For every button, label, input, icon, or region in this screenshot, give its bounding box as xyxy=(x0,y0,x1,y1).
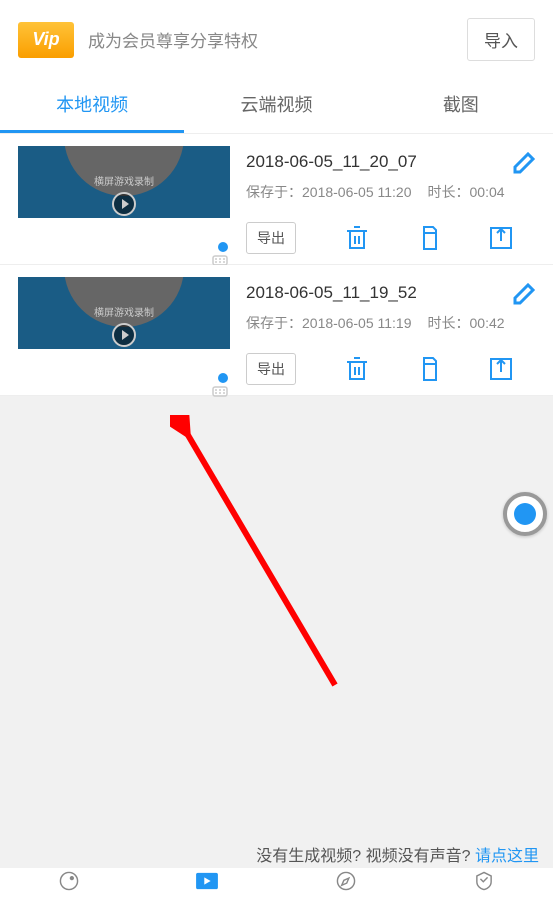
video-saved-time: 保存于：2018-06-05 11:20 xyxy=(246,182,412,202)
annotation-arrow xyxy=(170,415,370,715)
play-icon[interactable] xyxy=(112,323,136,347)
copy-icon[interactable] xyxy=(418,357,440,381)
video-list-item: 横屏游戏录制 2018-06-05_11_19_52 保存于：2018-06-0… xyxy=(0,265,553,396)
video-duration: 时长：00:42 xyxy=(428,313,505,333)
share-icon[interactable] xyxy=(490,358,512,380)
video-thumbnail[interactable]: 横屏游戏录制 xyxy=(18,146,230,218)
header: Vip 成为会员尊享分享特权 导入 xyxy=(0,0,553,75)
record-indicator-icon xyxy=(209,373,229,399)
vip-promo-text: 成为会员尊享分享特权 xyxy=(88,27,453,52)
share-icon[interactable] xyxy=(490,227,512,249)
delete-icon[interactable] xyxy=(346,226,368,250)
nav-discover-icon[interactable] xyxy=(332,871,360,896)
video-thumbnail[interactable]: 横屏游戏录制 xyxy=(18,277,230,349)
bottom-nav xyxy=(0,868,553,898)
bottom-hint: 没有生成视频? 视频没有声音? 请点这里 xyxy=(256,842,539,866)
export-button[interactable]: 导出 xyxy=(246,222,296,254)
export-button[interactable]: 导出 xyxy=(246,353,296,385)
thumb-label: 横屏游戏录制 xyxy=(18,173,230,188)
video-duration: 时长：00:04 xyxy=(428,182,505,202)
tab-screenshot[interactable]: 截图 xyxy=(369,75,553,133)
nav-tools-icon[interactable] xyxy=(470,871,498,896)
delete-icon[interactable] xyxy=(346,357,368,381)
tab-bar: 本地视频 云端视频 截图 xyxy=(0,75,553,134)
import-button[interactable]: 导入 xyxy=(467,18,535,61)
play-icon[interactable] xyxy=(112,192,136,216)
video-title: 2018-06-05_11_20_07 xyxy=(246,152,541,172)
thumb-label: 横屏游戏录制 xyxy=(18,304,230,319)
edit-icon[interactable] xyxy=(513,283,535,310)
help-link[interactable]: 请点这里 xyxy=(475,848,539,865)
video-saved-time: 保存于：2018-06-05 11:19 xyxy=(246,313,412,333)
video-title: 2018-06-05_11_19_52 xyxy=(246,283,541,303)
nav-video-icon[interactable] xyxy=(193,871,221,896)
tab-cloud-video[interactable]: 云端视频 xyxy=(184,75,368,133)
video-list-item: 横屏游戏录制 2018-06-05_11_20_07 保存于：2018-06-0… xyxy=(0,134,553,265)
vip-badge[interactable]: Vip xyxy=(18,22,74,58)
copy-icon[interactable] xyxy=(418,226,440,250)
floating-record-button[interactable] xyxy=(503,492,547,536)
tab-local-video[interactable]: 本地视频 xyxy=(0,75,184,133)
edit-icon[interactable] xyxy=(513,152,535,179)
nav-record-icon[interactable] xyxy=(55,871,83,896)
